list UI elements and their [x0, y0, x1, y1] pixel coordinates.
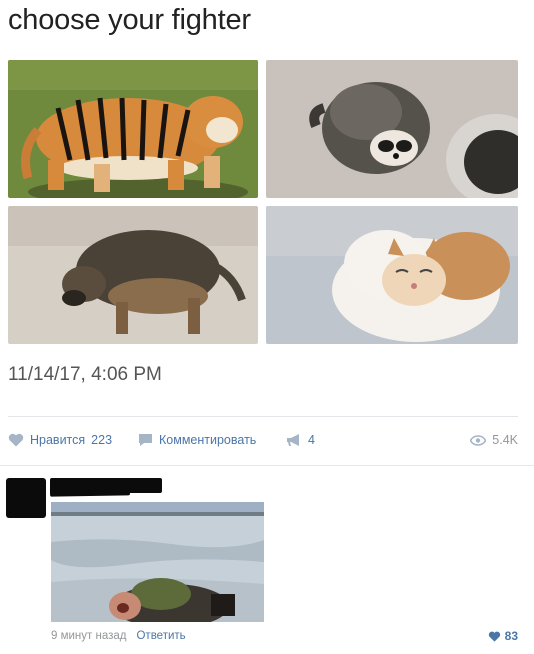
comment-like-button[interactable]: 83 — [488, 629, 518, 643]
share-button[interactable]: 4 — [286, 428, 315, 452]
post-timestamp: 11/14/17, 4:06 PM — [8, 364, 162, 385]
like-label: Нравится — [30, 433, 86, 447]
post-actions: Нравится 223 Комментировать 4 5.4K — [8, 428, 518, 452]
avatar[interactable] — [6, 478, 46, 518]
heart-icon — [8, 433, 24, 447]
like-count: 223 — [91, 433, 113, 447]
divider — [0, 465, 534, 466]
tiger-photo[interactable] — [8, 60, 258, 198]
raccoon-photo[interactable] — [266, 60, 518, 198]
comment-photo[interactable] — [51, 502, 264, 622]
dog-photo[interactable] — [8, 206, 258, 344]
divider — [8, 416, 518, 417]
views-counter: 5.4K — [470, 428, 518, 452]
comment-like-count: 83 — [504, 629, 518, 643]
like-button[interactable]: Нравится 223 — [8, 428, 112, 452]
comment-button[interactable]: Комментировать — [138, 428, 256, 452]
comment-time[interactable]: 9 минут назад — [51, 630, 126, 642]
eye-icon — [470, 434, 487, 446]
photo-grid — [8, 60, 518, 344]
megaphone-icon — [287, 434, 299, 446]
views-count: 5.4K — [492, 433, 518, 447]
share-count: 4 — [308, 433, 315, 447]
comment-label: Комментировать — [159, 433, 257, 447]
post-title: choose your fighter — [8, 4, 251, 36]
comment-icon — [139, 434, 152, 446]
comment-meta: 9 минут назад Ответить — [51, 630, 186, 642]
reply-link[interactable]: Ответить — [136, 630, 185, 642]
cat-photo[interactable] — [266, 206, 518, 344]
heart-icon — [488, 631, 500, 642]
author-name-redaction — [49, 485, 131, 497]
